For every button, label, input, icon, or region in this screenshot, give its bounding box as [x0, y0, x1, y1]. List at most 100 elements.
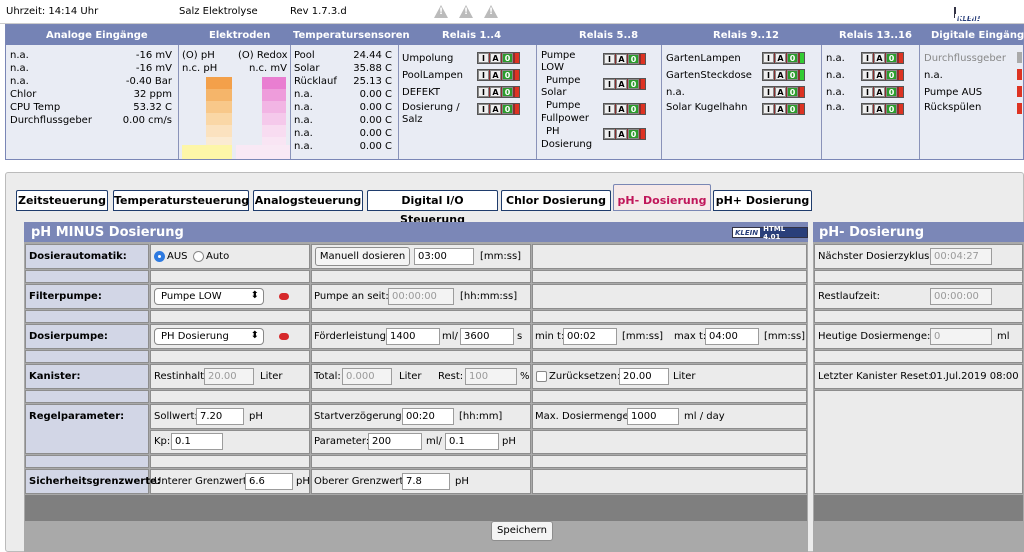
- unit-label: [mm:ss]: [480, 251, 522, 262]
- relais-ia0-switch[interactable]: IA0: [861, 69, 904, 81]
- relais1316-title: Relais 13..16: [839, 30, 912, 41]
- restlaufzeit-label: Restlaufzeit:: [818, 291, 881, 302]
- ph-minus-status-panel: pH- Dosierung Nächster Dosierzyklus: 00:…: [813, 222, 1024, 552]
- analog-input-value: 32 ppm: [133, 89, 172, 100]
- min-t-label: min t:: [535, 331, 565, 342]
- tab-zeitsteuerung[interactable]: Zeitsteuerung: [16, 190, 108, 211]
- manuell-dosieren-button[interactable]: Manuell dosieren: [315, 247, 410, 266]
- io-header-row: Analoge Eingänge Elektroden Temperaturse…: [6, 25, 1024, 45]
- digital-indicator: [1017, 86, 1022, 97]
- kanister-reset-input[interactable]: 20.00: [619, 368, 669, 385]
- relais-label: PH: [546, 126, 560, 137]
- relais-ia0-switch[interactable]: IA0: [477, 103, 520, 115]
- unit-label: ml/: [426, 436, 442, 447]
- relais-label: n.a.: [826, 102, 845, 113]
- parameter-ph-input[interactable]: 0.1: [445, 433, 499, 450]
- manuell-time-input[interactable]: 03:00: [414, 248, 474, 265]
- temp-sensor-value: 0.00 C: [359, 141, 392, 152]
- temp-sensor-label: n.a.: [294, 128, 313, 139]
- speichern-button[interactable]: Speichern: [491, 521, 553, 541]
- auto-radio-label: Auto: [206, 251, 230, 262]
- clock-text: Uhrzeit: 14:14 Uhr: [6, 6, 99, 17]
- relais-label: LOW: [541, 62, 564, 73]
- tab-ph-plus[interactable]: pH+ Dosierung: [713, 190, 812, 211]
- relais-label: Dosierung: [541, 139, 593, 150]
- tab-chlor-dosierung[interactable]: Chlor Dosierung: [501, 190, 611, 211]
- ph-electrode-label: (O) pH: [182, 50, 215, 61]
- relais-ia0-switch[interactable]: IA0: [762, 103, 805, 115]
- unit-label: [mm:ss]: [622, 331, 664, 342]
- kanister-label: Kanister:: [29, 371, 81, 382]
- temp-sensor-label: n.a.: [294, 102, 313, 113]
- analog-input-label: Durchflussgeber: [10, 115, 92, 126]
- relais-ia0-switch[interactable]: IA0: [762, 69, 805, 81]
- startverzoegerung-input[interactable]: 00:20: [402, 408, 454, 425]
- relais-label: GartenLampen: [666, 53, 741, 64]
- digital-input-label: n.a.: [924, 70, 943, 81]
- relais-ia0-switch[interactable]: IA0: [603, 103, 646, 115]
- tab-ph-minus[interactable]: pH- Dosierung: [613, 184, 711, 211]
- save-row: [25, 495, 807, 521]
- unit-label: Liter: [399, 371, 422, 382]
- dosierpumpe-label: Dosierpumpe:: [29, 331, 108, 342]
- kp-input[interactable]: 0.1: [171, 433, 223, 450]
- tab-analogsteuerung[interactable]: Analogsteuerung: [253, 190, 363, 211]
- temp-sensor-value: 35.88 C: [353, 63, 392, 74]
- analog-input-value: 0.00 cm/s: [122, 115, 172, 126]
- analog-input-label: n.a.: [10, 76, 29, 87]
- aus-radio[interactable]: [154, 251, 165, 262]
- relais-ia0-switch[interactable]: IA0: [477, 86, 520, 98]
- foerder-s-input[interactable]: 3600: [460, 328, 514, 345]
- unterer-grenzwert-input[interactable]: 6.6: [245, 473, 293, 490]
- relais-ia0-switch[interactable]: IA0: [603, 78, 646, 90]
- auto-radio[interactable]: [193, 251, 204, 262]
- filterpumpe-select[interactable]: Pumpe LOW: [154, 288, 264, 305]
- unit-label: Liter: [260, 371, 283, 382]
- digital-input-label: Rückspülen: [924, 102, 982, 113]
- relais-ia0-switch[interactable]: IA0: [762, 52, 805, 64]
- relais-ia0-switch[interactable]: IA0: [603, 53, 646, 65]
- heutige-dosiermenge-field: 0: [930, 328, 992, 345]
- unit-label: ml: [997, 331, 1010, 342]
- redox-electrode-label: (O) Redox: [238, 50, 288, 61]
- regelparameter-label: Regelparameter:: [29, 411, 125, 422]
- analog-input-label: Chlor: [10, 89, 37, 100]
- relais-ia0-switch[interactable]: IA0: [477, 69, 520, 81]
- max-dosiermenge-input[interactable]: 1000: [627, 408, 679, 425]
- html-validator-logo: KLEIN HTML 4.01: [732, 225, 808, 241]
- relais-label: Dosierung /: [402, 102, 460, 113]
- foerder-ml-input[interactable]: 1400: [386, 328, 440, 345]
- temp-sensor-label: Pool: [294, 50, 315, 61]
- zuruecksetzen-checkbox[interactable]: [536, 371, 547, 382]
- relais-ia0-switch[interactable]: IA0: [861, 86, 904, 98]
- unit-label: [hh:mm:ss]: [460, 291, 518, 302]
- digital-indicator: [1017, 69, 1022, 80]
- relais-label: Pumpe: [541, 50, 576, 61]
- relais-ia0-switch[interactable]: IA0: [861, 103, 904, 115]
- dosierpumpe-select[interactable]: PH Dosierung: [154, 328, 264, 345]
- digital-input-label: Durchflussgeber: [924, 53, 1006, 64]
- unit-label: %: [520, 371, 530, 382]
- sollwert-input[interactable]: 7.20: [196, 408, 244, 425]
- unit-label: pH: [502, 436, 516, 447]
- max-t-input[interactable]: 04:00: [705, 328, 759, 345]
- unit-label: [mm:ss]: [764, 331, 806, 342]
- unit-label: [hh:mm]: [459, 411, 503, 422]
- relais-ia0-switch[interactable]: IA0: [762, 86, 805, 98]
- digital-indicator: [1017, 103, 1022, 114]
- restinhalt-label: Restinhalt:: [154, 371, 208, 382]
- tab-digital-io[interactable]: Digital I/O Steuerung: [367, 190, 498, 226]
- parameter-ml-input[interactable]: 200: [368, 433, 422, 450]
- relais-ia0-switch[interactable]: IA0: [861, 52, 904, 64]
- temp-sensor-label: Solar: [294, 63, 320, 74]
- relais-ia0-switch[interactable]: IA0: [477, 52, 520, 64]
- oberer-grenzwert-input[interactable]: 7.8: [402, 473, 450, 490]
- tab-temperatursteuerung[interactable]: Temperatursteuerung: [113, 190, 249, 211]
- digital-indicator: [1017, 52, 1022, 63]
- pumpe-seit-field: 00:00:00: [388, 288, 454, 305]
- min-t-input[interactable]: 00:02: [563, 328, 617, 345]
- relais-ia0-switch[interactable]: IA0: [603, 128, 646, 140]
- relais912-title: Relais 9..12: [713, 30, 779, 41]
- analog-input-label: n.a.: [10, 63, 29, 74]
- analog-title: Analoge Eingänge: [46, 30, 148, 41]
